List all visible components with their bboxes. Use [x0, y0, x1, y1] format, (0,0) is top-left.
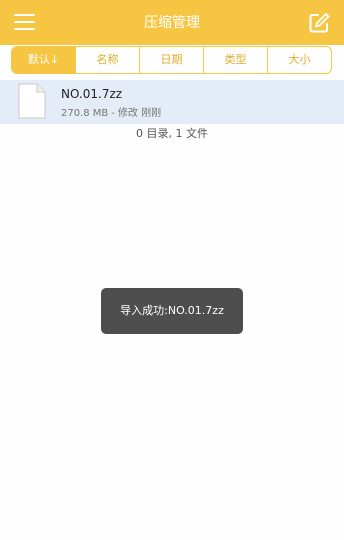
top-app-bar: 压缩管理	[0, 0, 344, 45]
sort-bar: 默认↓ 名称 日期 类型 大小	[0, 45, 344, 80]
sort-tabs: 默认↓ 名称 日期 类型 大小	[11, 46, 332, 74]
directory-summary: 0 目录, 1 文件	[136, 127, 208, 140]
sort-tab-date[interactable]: 日期	[139, 47, 203, 73]
file-modified-label: 修改	[117, 108, 138, 119]
sort-tab-default[interactable]: 默认↓	[12, 47, 75, 73]
file-name: NO.01.7zz	[61, 87, 123, 101]
edit-icon[interactable]	[308, 12, 330, 34]
file-size: 270.8 MB	[61, 108, 109, 119]
toast-message: 导入成功:NO.01.7zz	[101, 288, 243, 334]
file-modified-time: 刚刚	[141, 108, 162, 119]
file-list-item[interactable]: NO.01.7zz 270.8 MB - 修改 刚刚	[0, 80, 344, 124]
sort-tab-type[interactable]: 类型	[203, 47, 267, 73]
page-title: 压缩管理	[144, 15, 200, 31]
sort-tab-name[interactable]: 名称	[75, 47, 139, 73]
meta-separator: -	[111, 108, 115, 119]
file-meta: 270.8 MB - 修改 刚刚	[61, 107, 161, 121]
file-icon	[18, 83, 46, 119]
sort-tab-size[interactable]: 大小	[267, 47, 331, 73]
